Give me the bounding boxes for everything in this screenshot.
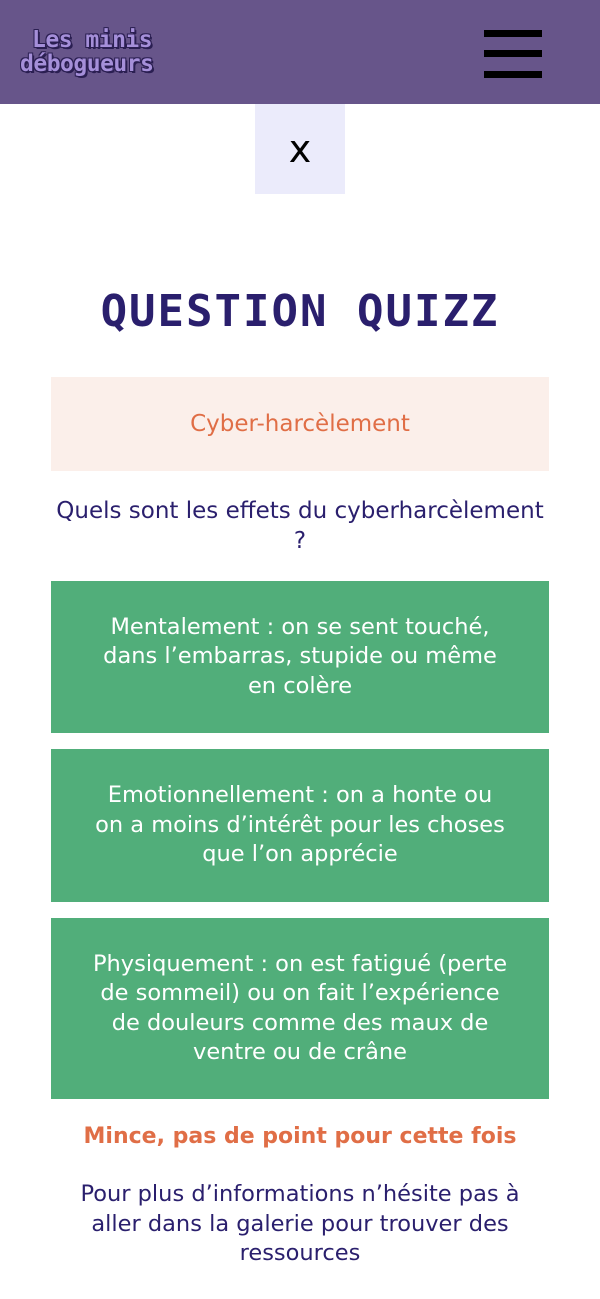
close-button[interactable]: x: [255, 104, 345, 194]
answer-text: Emotionnellement : on a honte ou on a mo…: [95, 782, 505, 868]
logo-line-1: Les minis: [32, 27, 153, 53]
top-bar: Les minis débogueurs: [0, 0, 600, 104]
app-logo[interactable]: Les minis débogueurs: [20, 28, 180, 76]
question-text: Quels sont les effets du cyberharcèlemen…: [56, 498, 544, 554]
logo-line-2: débogueurs: [20, 51, 154, 77]
answer-text: Physiquement : on est fatigué (perte de …: [92, 950, 508, 1066]
menu-bar: [484, 71, 542, 78]
answer-option-2[interactable]: Emotionnellement : on a honte ou on a mo…: [51, 749, 549, 902]
answer-text: Mentalement : on se sent touché, dans l’…: [103, 613, 497, 699]
menu-bar: [484, 30, 542, 37]
quiz-title: QUESTION QUIZZ: [100, 286, 500, 337]
result-message: Mince, pas de point pour cette fois: [83, 1124, 517, 1149]
hamburger-menu-icon[interactable]: [484, 30, 542, 78]
category-badge: Cyber-harcèlement: [51, 377, 549, 471]
menu-bar: [484, 50, 542, 57]
info-message: Pour plus d’informations n’hésite pas à …: [80, 1181, 520, 1266]
answer-option-1[interactable]: Mentalement : on se sent touché, dans l’…: [51, 581, 549, 733]
answer-option-3[interactable]: Physiquement : on est fatigué (perte de …: [51, 918, 549, 1099]
